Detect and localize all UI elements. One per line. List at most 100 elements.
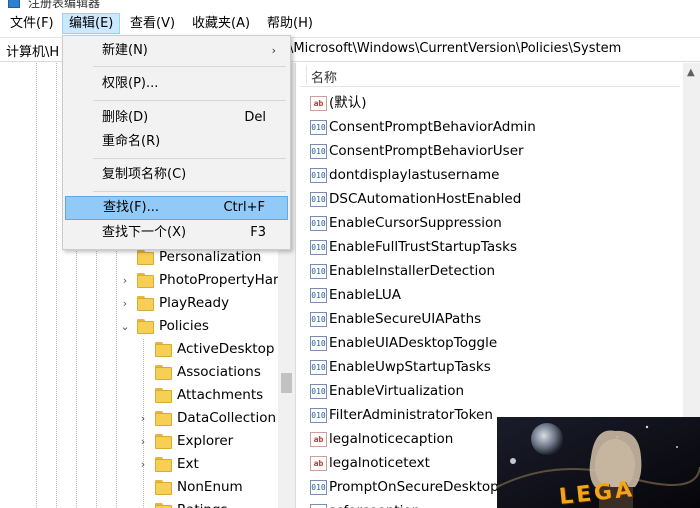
address-path-end: \Microsoft\Windows\CurrentVersion\Polici… [289,41,622,56]
folder-icon [155,457,172,472]
dword-value-icon: 010 [310,216,327,231]
tree-item-datacollection[interactable]: › DataCollection [136,407,278,430]
folder-icon [137,296,154,311]
scroll-up-arrow-icon[interactable]: ▲ [687,67,695,78]
expand-chevron-icon[interactable]: › [136,430,150,453]
value-name: PromptOnSecureDesktop [329,479,499,495]
dword-value-icon: 010 [310,360,327,375]
value-name: EnableUIADesktopToggle [329,335,498,351]
menu-favorites[interactable]: 收藏夹(A) [186,13,256,34]
menu-item-label: 权限(P)... [102,76,159,91]
dword-value-icon: 010 [310,480,327,495]
menu-separator [93,100,286,101]
menu-item-rename[interactable]: 重命名(R) [65,130,288,154]
value-name: ConsentPromptBehaviorAdmin [329,119,536,135]
tree-item-playready[interactable]: › PlayReady [118,292,278,315]
menu-item-label: 查找(F)... [103,200,160,215]
menu-item-permissions[interactable]: 权限(P)... [65,72,288,96]
folder-icon [155,411,172,426]
value-name: (默认) [329,95,367,111]
tree-item-associations[interactable]: Associations [136,361,278,384]
value-name: EnableUwpStartupTasks [329,359,491,375]
menu-item-label: 重命名(R) [102,134,161,149]
submenu-arrow-icon: › [271,44,276,57]
dword-value-icon: 010 [310,312,327,327]
tree-item-ratings[interactable]: Ratings [136,499,278,508]
string-value-icon: ab [310,96,327,111]
column-header-label: 名称 [311,71,338,86]
tree-item-label: Explorer [177,433,234,449]
menu-item-label: 新建(N) [102,43,148,58]
video-overlay-thumbnail: LEGA [497,417,700,508]
dword-value-icon: 010 [310,192,327,207]
dword-value-icon: 010 [310,144,327,159]
dword-value-icon: 010 [310,240,327,255]
tree-item-label: PlayReady [159,295,230,311]
value-name: EnableCursorSuppression [329,215,502,231]
tree-item-activedesktop[interactable]: ActiveDesktop [136,338,278,361]
value-name: EnableSecureUIAPaths [329,311,482,327]
dword-value-icon: 010 [310,120,327,135]
menu-view[interactable]: 查看(V) [124,13,181,34]
menu-item-label: 查找下一个(X) [102,225,187,240]
dword-value-icon: 010 [310,384,327,399]
tree-item-label: Associations [177,364,261,380]
menu-item-new[interactable]: 新建(N) › [65,39,288,63]
folder-icon [137,250,154,265]
value-name: DSCAutomationHostEnabled [329,191,522,207]
expand-chevron-icon[interactable]: › [118,292,132,315]
folder-icon [137,273,154,288]
value-name: dontdisplaylastusername [329,167,500,183]
folder-icon [155,365,172,380]
expand-chevron-icon[interactable]: › [136,407,150,430]
folder-icon [155,434,172,449]
menu-item-copy-key-name[interactable]: 复制项名称(C) [65,163,288,187]
menu-item-shortcut: Ctrl+F [223,200,265,215]
value-name: FilterAdministratorToken [329,407,493,423]
tree-guide-line [36,63,37,508]
menu-help[interactable]: 帮助(H) [261,13,319,34]
menu-item-find[interactable]: 查找(F)... Ctrl+F [65,196,288,220]
dword-value-icon: 010 [310,504,327,508]
tree-item-explorer[interactable]: › Explorer [136,430,278,453]
edit-menu-dropdown: 新建(N) › 权限(P)... 删除(D) Del 重命名(R) 复制项名称(… [62,35,291,250]
tree-item-ext[interactable]: › Ext [136,453,278,476]
folder-icon [155,342,172,357]
string-value-icon: ab [310,456,327,471]
tree-scrollbar-thumb[interactable] [281,373,292,393]
dword-value-icon: 010 [310,408,327,423]
menu-edit[interactable]: 编辑(E) [62,13,121,34]
value-name: ConsentPromptBehaviorUser [329,143,524,159]
expand-chevron-icon[interactable]: › [136,453,150,476]
menu-item-find-next[interactable]: 查找下一个(X) F3 [65,221,288,245]
column-separator [306,65,307,85]
value-name: EnableFullTrustStartupTasks [329,239,518,255]
folder-icon [137,319,154,334]
tree-item-label: Ext [177,456,199,472]
tree-item-label: Policies [159,318,209,334]
tree-item-nonenum[interactable]: NonEnum [136,476,278,499]
menu-item-shortcut: Del [244,110,266,125]
tree-item-photopropertyhandler[interactable]: › PhotoPropertyHar [118,269,279,292]
menu-item-shortcut: F3 [250,225,266,240]
tree-item-attachments[interactable]: Attachments [136,384,278,407]
value-name: EnableLUA [329,287,401,303]
window-title: 注册表编辑器 [28,0,101,10]
column-header-name[interactable]: 名称 [300,63,680,87]
dword-value-icon: 010 [310,336,327,351]
collapse-chevron-icon[interactable]: ⌄ [118,315,132,338]
tree-item-label: Attachments [177,387,264,403]
menu-file[interactable]: 文件(F) [4,13,60,34]
dword-value-icon: 010 [310,264,327,279]
tree-item-label: Ratings [177,499,228,508]
folder-icon [155,503,172,508]
regedit-app-icon [8,0,20,8]
dword-value-icon: 010 [310,168,327,183]
tree-item-policies[interactable]: ⌄ Policies [118,315,278,338]
folder-icon [155,388,172,403]
menu-separator [93,191,286,192]
folder-icon [155,480,172,495]
tree-item-label: NonEnum [177,479,243,495]
expand-chevron-icon[interactable]: › [118,269,132,292]
menu-item-delete[interactable]: 删除(D) Del [65,106,288,130]
